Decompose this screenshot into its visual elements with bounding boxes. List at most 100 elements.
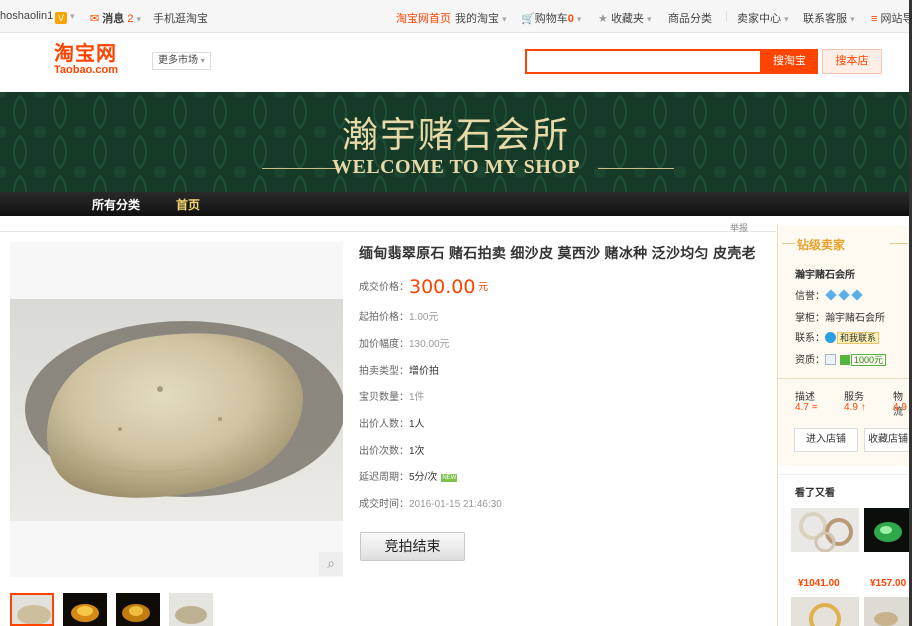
- credit-row: 信誉：: [795, 287, 864, 302]
- credit-label: 信誉：: [795, 291, 825, 302]
- see-also-divider: [778, 474, 912, 475]
- score-value-logistics: 4.9: [893, 402, 907, 413]
- seller-center-label: 卖家中心: [737, 13, 781, 25]
- certification-icon[interactable]: [825, 354, 836, 365]
- deal-time-value: 2016-01-15 21:46:30: [409, 499, 502, 510]
- messages-label: 消息: [102, 13, 125, 25]
- thumbnail-image: [63, 593, 107, 626]
- start-price-value: 1.00元: [409, 312, 439, 323]
- favorite-shop-button[interactable]: 收藏店铺: [864, 428, 912, 452]
- banner-rule-right: [598, 168, 674, 169]
- customer-service-label: 联系客服: [803, 13, 847, 25]
- increment-row: 加价幅度：130.00元: [359, 335, 450, 350]
- customer-service-link[interactable]: 联系客服 ▾: [803, 10, 855, 26]
- deposit-icon: [840, 355, 850, 365]
- thumbnail-3[interactable]: [116, 593, 160, 626]
- deposit-badge[interactable]: 1000元: [851, 354, 887, 366]
- score-value-description: 4.7 =: [795, 402, 818, 413]
- contact-me-button[interactable]: 和我联系: [837, 332, 880, 344]
- chevron-down-icon: ▾: [850, 14, 855, 24]
- enter-shop-button[interactable]: 进入店铺: [794, 428, 858, 452]
- diamond-icon: [825, 289, 837, 301]
- seller-level-heading: 钻级卖家: [797, 238, 846, 252]
- cart-count: 0: [567, 13, 574, 25]
- bid-count-row: 出价次数：1次: [359, 442, 425, 457]
- wangwang-icon: [825, 332, 836, 343]
- logo-chinese: 淘宝网: [54, 43, 117, 65]
- product-categories-link[interactable]: 商品分类: [668, 10, 712, 26]
- score-divider: [778, 378, 912, 379]
- thumbnail-2[interactable]: [63, 593, 107, 626]
- chevron-down-icon: ▾: [200, 56, 205, 65]
- search-input[interactable]: [525, 49, 762, 74]
- start-price-label: 起拍价格：: [359, 312, 409, 323]
- zoom-icon[interactable]: ⌕: [319, 552, 343, 576]
- deal-time-row: 成交时间：2016-01-15 21:46:30: [359, 495, 502, 510]
- bidders-value: 1人: [409, 419, 425, 430]
- divider: [726, 11, 727, 22]
- new-badge: NEW: [441, 474, 458, 482]
- quantity-value: 1件: [409, 392, 425, 403]
- mobile-taobao-link[interactable]: 手机逛淘宝: [153, 10, 208, 26]
- menu-icon: ≡: [871, 13, 878, 25]
- thumbnail-image: [116, 593, 160, 626]
- recommended-item-image[interactable]: [791, 508, 859, 552]
- site-topbar: hoshaolin1 V ▾ ✉ 消息 2 ▾ 手机逛淘宝 淘宝网首页 我的淘宝…: [0, 0, 912, 33]
- nav-all-categories[interactable]: 所有分类: [92, 196, 140, 213]
- score-description-number: 4.7: [795, 402, 809, 413]
- score-label-description: 描述: [795, 392, 815, 403]
- recommended-item-image[interactable]: [864, 508, 909, 552]
- more-markets-label: 更多市场: [158, 55, 198, 66]
- my-taobao-label: 我的淘宝: [455, 13, 499, 25]
- deal-price-row: 成交价格：300.00 元: [359, 276, 488, 298]
- deal-time-label: 成交时间：: [359, 499, 409, 510]
- taobao-logo[interactable]: 淘宝网 Taobao.com: [54, 44, 136, 78]
- thumbnail-4[interactable]: [169, 593, 213, 626]
- recommended-item-image[interactable]: [864, 597, 909, 626]
- owner-label: 掌柜：: [795, 313, 825, 324]
- favorites-label: 收藏夹: [610, 13, 644, 25]
- logo-english: Taobao.com: [54, 64, 118, 76]
- delay-label: 延迟周期：: [359, 472, 409, 483]
- mail-icon: ✉: [90, 13, 100, 25]
- recommended-price-2: ¥157.00: [870, 578, 907, 589]
- recommended-item-image[interactable]: [791, 597, 859, 626]
- vip-badge-icon: V ▾: [55, 10, 75, 24]
- chevron-down-icon: ▾: [502, 14, 507, 24]
- cart-link[interactable]: 🛒购物车0 ▾: [521, 10, 581, 26]
- increment-label: 加价幅度：: [359, 339, 409, 350]
- qualification-row: 资质： 1000元: [795, 351, 887, 366]
- main-product-image[interactable]: [10, 242, 343, 577]
- owner-row: 掌柜：瀚宇赌石会所: [795, 309, 885, 324]
- product-title: 缅甸翡翠原石 赌石拍卖 细沙皮 莫西沙 赌冰种 泛沙均匀 皮壳老: [359, 245, 756, 261]
- report-link[interactable]: 举报: [730, 221, 748, 234]
- more-markets-dropdown[interactable]: 更多市场 ▾: [152, 52, 211, 70]
- star-icon: ★: [598, 13, 608, 25]
- banner-welcome-text: WELCOME TO MY SHOP: [331, 156, 581, 178]
- thumbnail-1[interactable]: [10, 593, 54, 626]
- search-taobao-button[interactable]: 搜淘宝: [761, 49, 818, 74]
- bid-count-value: 1次: [409, 446, 425, 457]
- site-nav-link[interactable]: ≡ 网站导: [871, 10, 912, 26]
- search-shop-button[interactable]: 搜本店: [822, 49, 882, 74]
- thumbnail-image: [12, 595, 52, 624]
- nav-home[interactable]: 首页: [176, 196, 200, 213]
- username-link[interactable]: hoshaolin1: [0, 10, 53, 22]
- start-price-row: 起拍价格：1.00元: [359, 308, 438, 323]
- messages-count: 2: [127, 13, 134, 25]
- score-service-number: 4.9: [844, 402, 858, 413]
- my-taobao-link[interactable]: 我的淘宝 ▾: [455, 10, 507, 26]
- seller-center-link[interactable]: 卖家中心 ▾: [737, 10, 789, 26]
- favorites-link[interactable]: ★ 收藏夹 ▾: [598, 10, 652, 26]
- auction-ended-button[interactable]: 竞拍结束: [360, 532, 465, 561]
- messages-link[interactable]: ✉ 消息 2 ▾: [90, 10, 141, 26]
- chevron-down-icon: ▾: [136, 14, 142, 24]
- diamond-icon: [838, 289, 850, 301]
- seller-shop-name[interactable]: 瀚宇赌石会所: [795, 266, 855, 281]
- taobao-home-link[interactable]: 淘宝网首页: [396, 10, 451, 26]
- shop-banner: 瀚宇赌石会所 WELCOME TO MY SHOP: [0, 92, 912, 192]
- cart-icon: 🛒: [521, 13, 535, 25]
- recommended-price-1: ¥1041.00: [798, 578, 840, 589]
- report-row-divider: [0, 222, 776, 232]
- bid-count-label: 出价次数：: [359, 446, 409, 457]
